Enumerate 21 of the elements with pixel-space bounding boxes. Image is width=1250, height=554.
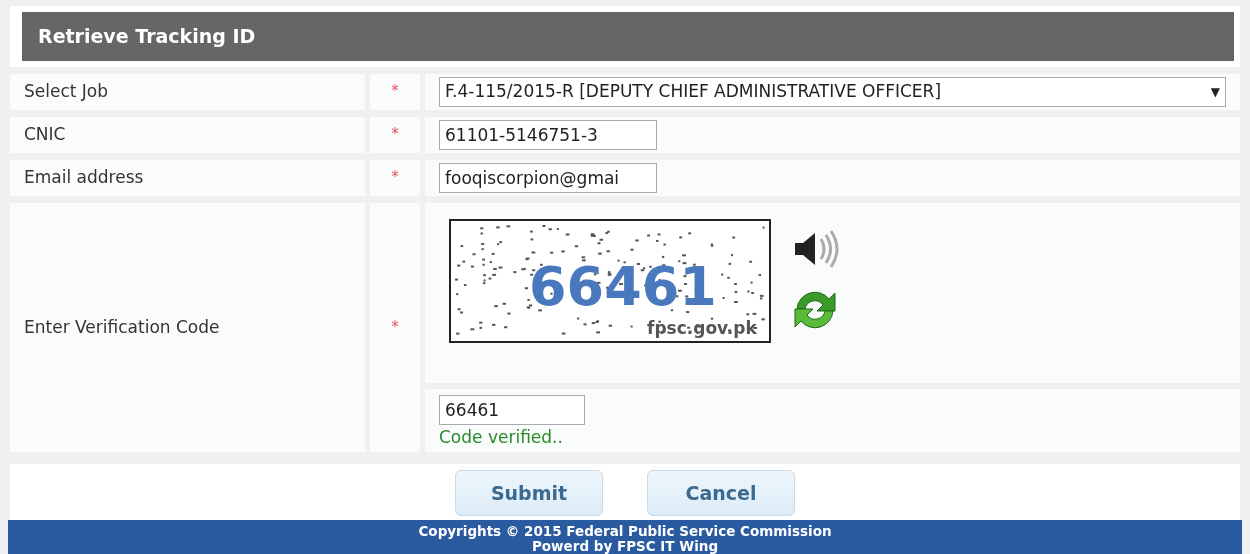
verification-code-field[interactable]: 66461 xyxy=(439,394,585,425)
footer-text: Copyrights © 2015 Federal Public Service Commission xyxy=(417,524,833,539)
captcha-code: 66461 xyxy=(529,254,717,318)
field-label: Select Job xyxy=(10,73,365,110)
footer-text: Powerd by FPSC IT Wing xyxy=(530,538,720,554)
caret-icon: ▼ xyxy=(1210,82,1220,101)
cancel-button[interactable]: Cancel xyxy=(647,470,795,516)
required-mark: * xyxy=(391,124,399,146)
job-select[interactable]: F.4-115/2015-R [DEPUTY CHIEF ADMINISTRATIVE OFFICER] ▼ xyxy=(439,76,1226,107)
required-mark: * xyxy=(391,81,399,103)
field-label: CNIC xyxy=(10,116,365,153)
submit-button[interactable]: Submit xyxy=(455,470,603,516)
form-title: Retrieve Tracking ID xyxy=(22,12,1234,61)
verified-message: Code verified.. xyxy=(439,425,564,449)
field-label: Enter Verification Code xyxy=(10,202,365,452)
field-label: Email address xyxy=(10,159,365,196)
required-mark: * xyxy=(391,317,399,338)
email-field[interactable]: fooqiscorpion@gmai xyxy=(439,162,657,193)
required-mark: * xyxy=(391,167,399,189)
cnic-field[interactable]: 61101-5146751-3 xyxy=(439,119,657,150)
captcha-site: fpsc.gov.pk xyxy=(647,317,757,338)
